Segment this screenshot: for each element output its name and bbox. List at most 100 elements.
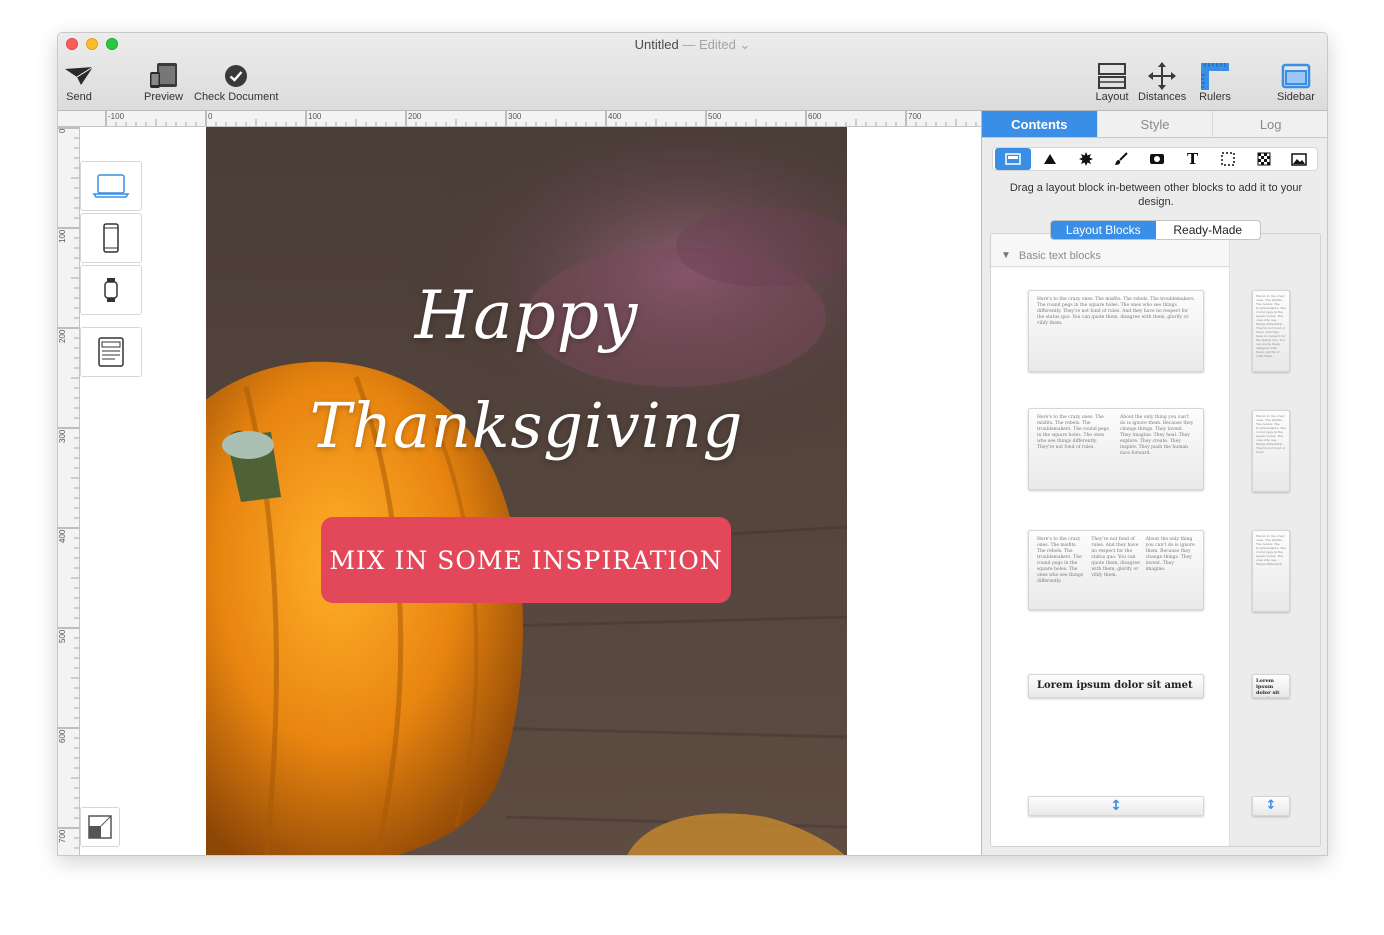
triangle-icon [1044,154,1057,164]
tab-contents[interactable]: Contents [982,111,1098,137]
desktop-preview-button[interactable] [80,161,142,211]
layout-view-button[interactable] [80,327,142,377]
mini-preview-text: Here's to the crazy ones. The misfits. T… [1256,534,1286,566]
headline-happy[interactable]: Happy [206,277,847,354]
mobile-one-column-block[interactable]: Here's to the crazy ones. The misfits. T… [1252,290,1290,372]
send-button[interactable]: Send [62,61,96,103]
watch-icon [104,278,118,302]
section-header-basic-text-blocks[interactable]: ▼ Basic text blocks [991,245,1229,267]
ruler-label: 200 [58,329,67,343]
sidebar-button[interactable]: Sidebar [1277,61,1315,103]
email-hero-image[interactable]: Happy Thanksgiving MIX IN SOME INSPIRATI… [206,127,847,855]
ruler-label: 300 [508,112,522,121]
layout-button[interactable]: Layout [1095,61,1129,103]
block-preview-text: Here's to the crazy ones. The misfits. T… [1037,415,1109,450]
mobile-heading-block[interactable]: Lorem ipsum dolor sit amet [1252,674,1290,698]
sidebar-toggle-icon [1279,61,1313,91]
spacer-block[interactable]: ↕ [1028,796,1204,816]
pattern-category-button[interactable] [1246,148,1282,170]
vertical-ruler[interactable]: 0 100 200 300 400 500 600 700 [58,127,80,855]
section-title: Basic text blocks [1018,249,1101,262]
document-name: Untitled [634,37,679,52]
app-window: Untitled — Edited ⌄ Send Preview Check D… [57,32,1328,856]
ruler-label: -100 [108,112,125,121]
paper-plane-icon [62,61,96,91]
ruler-label: 0 [58,128,67,133]
vertical-resize-icon: ↕ [1265,798,1277,813]
image-category-button[interactable] [1282,148,1318,170]
ruler-corner [58,111,80,127]
distances-button[interactable]: Distances [1138,61,1186,103]
ruler-label: 100 [58,229,67,243]
image-icon [1291,152,1308,166]
cta-button[interactable]: MIX IN SOME INSPIRATION [321,517,731,603]
mobile-spacer-block[interactable]: ↕ [1252,796,1290,816]
page-size-icon [88,815,112,839]
desktop-icon [92,174,130,198]
preview-button[interactable]: Preview [144,61,183,103]
ruler-label: 600 [808,112,822,121]
check-document-button[interactable]: Check Document [194,61,278,103]
chevron-down-icon[interactable]: ⌄ [739,37,750,52]
layout-view-icon [98,337,124,367]
headline-thanksgiving[interactable]: Thanksgiving [206,389,847,462]
ruler-label: 500 [58,629,67,643]
block-type-switch: Layout Blocks Ready-Made [1050,220,1261,240]
three-column-text-block[interactable]: Here's to the crazy ones. The misfits. T… [1028,530,1204,610]
phone-preview-button[interactable] [80,213,142,263]
video-icon [1150,154,1165,164]
two-column-text-block[interactable]: Here's to the crazy ones. The misfits. T… [1028,408,1204,490]
mobile-two-column-block[interactable]: Here's to the crazy ones. The misfits. T… [1252,410,1290,492]
checker-pattern-icon [1257,152,1271,166]
heading-text-block[interactable]: Lorem ipsum dolor sit amet [1028,674,1204,698]
preview-label: Preview [144,91,184,103]
block-category-bar: T [992,147,1318,171]
mini-preview-text: Here's to the crazy ones. The misfits. T… [1256,294,1286,358]
block-preview-text: Here's to the crazy ones. The misfits. T… [1037,297,1195,326]
page-settings-button[interactable] [80,807,120,847]
block-preview-text: Here's to the crazy ones. The misfits. T… [1037,537,1084,584]
ruler-icon [1198,61,1232,91]
mobile-three-column-block[interactable]: Here's to the crazy ones. The misfits. T… [1252,530,1290,612]
design-canvas[interactable]: Happy Thanksgiving MIX IN SOME INSPIRATI… [80,127,982,855]
media-category-button[interactable] [1139,148,1175,170]
ruler-label: 500 [708,112,722,121]
window-title: Untitled — Edited ⌄ [634,37,751,52]
layout-block-category-button[interactable] [995,148,1031,170]
tab-log[interactable]: Log [1213,111,1327,137]
distances-arrows-icon [1145,61,1179,91]
starburst-icon [1078,152,1093,166]
layout-icon [1095,61,1129,91]
brush-category-button[interactable] [1104,148,1140,170]
block-preview-text: About the only thing you can't do is ign… [1120,415,1194,456]
block-library: ▼ Basic text blocks Here's to the crazy … [990,233,1321,847]
paintbrush-icon [1115,152,1129,165]
text-t-icon: T [1187,150,1199,168]
badge-category-button[interactable] [1068,148,1104,170]
shape-category-button[interactable] [1033,148,1069,170]
ruler-label: 700 [58,829,67,843]
text-category-button[interactable]: T [1175,148,1211,170]
document-status[interactable]: Edited [699,37,736,52]
one-column-text-block[interactable]: Here's to the crazy ones. The misfits. T… [1028,290,1204,372]
rulers-button[interactable]: Rulers [1198,61,1232,103]
segment-ready-made[interactable]: Ready-Made [1156,221,1261,239]
disclosure-triangle-icon: ▼ [1001,250,1011,261]
segment-layout-blocks[interactable]: Layout Blocks [1051,221,1156,239]
tab-style[interactable]: Style [1098,111,1214,137]
ruler-label: 400 [608,112,622,121]
ruler-label: 100 [308,112,322,121]
block-list: Here's to the crazy ones. The misfits. T… [991,268,1229,846]
sidebar-tabs: Contents Style Log [982,111,1327,138]
distances-label: Distances [1138,91,1187,103]
ruler-label: 300 [58,429,67,443]
selection-category-button[interactable] [1210,148,1246,170]
dashed-box-icon [1221,152,1235,166]
mobile-block-previews: Here's to the crazy ones. The misfits. T… [1229,234,1320,846]
watch-preview-button[interactable] [80,265,142,315]
layout-block-icon [1005,153,1021,165]
cta-label: MIX IN SOME INSPIRATION [329,545,723,575]
ruler-label: 0 [208,112,213,121]
mini-preview-text: Here's to the crazy ones. The misfits. T… [1256,414,1286,454]
horizontal-ruler[interactable]: -100 0 100 200 300 400 500 600 700 [80,111,982,127]
